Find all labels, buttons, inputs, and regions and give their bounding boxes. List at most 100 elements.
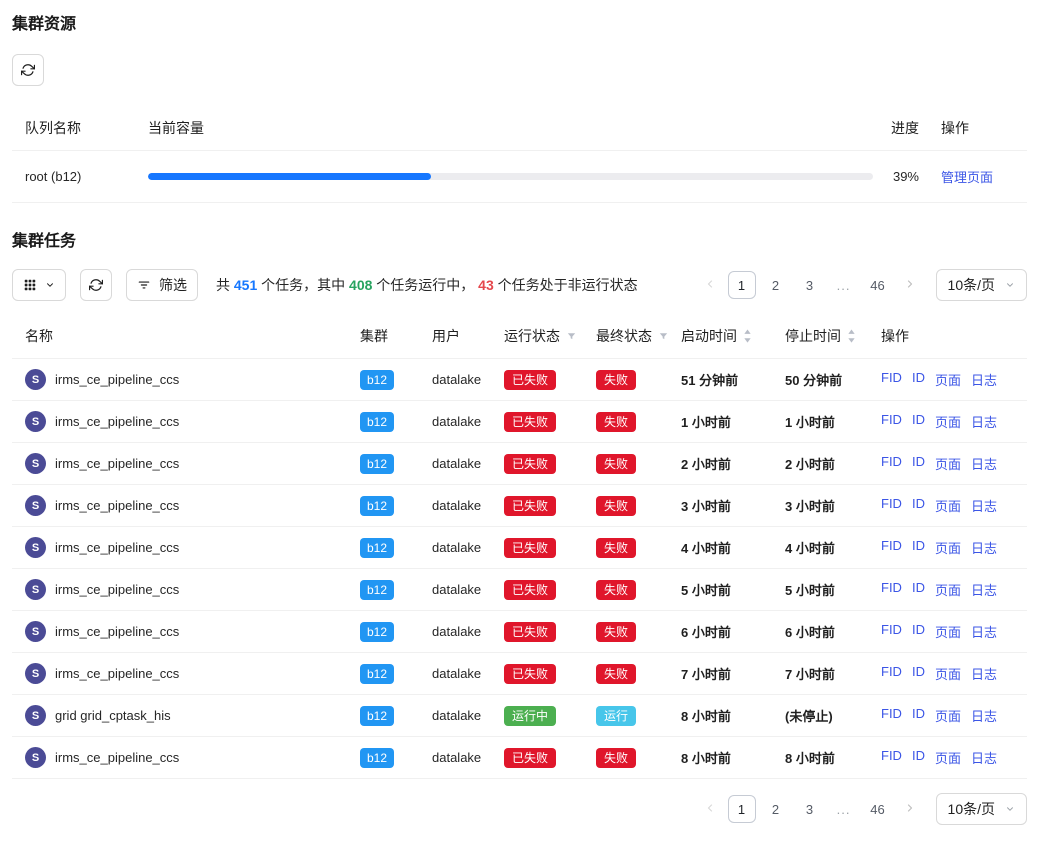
table-row: S irms_ce_pipeline_ccs b12 datalake 已失败 … <box>12 443 1027 485</box>
run-status-badge: 已失败 <box>504 370 556 390</box>
cluster-tag: b12 <box>360 748 394 768</box>
cluster-tag: b12 <box>360 496 394 516</box>
action-fid-link[interactable]: FID <box>881 580 902 599</box>
action-page-link[interactable]: 页面 <box>935 496 961 515</box>
refresh-resources-button[interactable] <box>12 54 44 86</box>
row-actions: FID ID 页面日志 <box>881 412 1027 431</box>
action-page-link[interactable]: 页面 <box>935 538 961 557</box>
action-page-link[interactable]: 页面 <box>935 748 961 767</box>
pagination-prev-button[interactable] <box>698 797 722 821</box>
action-page-link[interactable]: 页面 <box>935 412 961 431</box>
task-name: grid grid_cptask_his <box>55 708 171 723</box>
action-fid-link[interactable]: FID <box>881 454 902 473</box>
pagination-page-1[interactable]: 1 <box>728 271 756 299</box>
task-name: irms_ce_pipeline_ccs <box>55 414 179 429</box>
action-log-link[interactable]: 日志 <box>971 580 997 599</box>
task-name: irms_ce_pipeline_ccs <box>55 624 179 639</box>
sort-icon[interactable] <box>847 329 856 343</box>
action-id-link[interactable]: ID <box>912 622 925 641</box>
action-log-link[interactable]: 日志 <box>971 454 997 473</box>
pagination-page-2[interactable]: 2 <box>762 271 790 299</box>
header-actions: 操作 <box>881 326 1027 346</box>
header-stop-time[interactable]: 停止时间 <box>785 326 881 346</box>
action-id-link[interactable]: ID <box>912 580 925 599</box>
filter-funnel-icon[interactable] <box>658 331 669 342</box>
action-page-link[interactable]: 页面 <box>935 370 961 389</box>
action-log-link[interactable]: 日志 <box>971 664 997 683</box>
task-name: irms_ce_pipeline_ccs <box>55 582 179 597</box>
action-fid-link[interactable]: FID <box>881 748 902 767</box>
action-fid-link[interactable]: FID <box>881 370 902 389</box>
row-actions: FID ID 页面日志 <box>881 622 1027 641</box>
action-log-link[interactable]: 日志 <box>971 370 997 389</box>
chevron-left-icon <box>704 278 716 293</box>
pagination-page-46[interactable]: 46 <box>864 271 892 299</box>
user-name: datalake <box>432 540 504 555</box>
table-row: S irms_ce_pipeline_ccs b12 datalake 已失败 … <box>12 611 1027 653</box>
final-status-badge: 失败 <box>596 748 636 768</box>
action-page-link[interactable]: 页面 <box>935 622 961 641</box>
header-start-time[interactable]: 启动时间 <box>681 326 785 346</box>
header-run-status[interactable]: 运行状态 <box>504 326 596 346</box>
action-fid-link[interactable]: FID <box>881 412 902 431</box>
task-count-summary: 共 451 个任务，其中 408 个任务运行中， 43 个任务处于非运行状态 <box>216 275 638 295</box>
action-id-link[interactable]: ID <box>912 706 925 725</box>
action-id-link[interactable]: ID <box>912 370 925 389</box>
action-log-link[interactable]: 日志 <box>971 412 997 431</box>
header-final-status[interactable]: 最终状态 <box>596 326 681 346</box>
manage-page-link[interactable]: 管理页面 <box>941 170 993 185</box>
avatar: S <box>25 621 46 642</box>
final-status-badge: 失败 <box>596 370 636 390</box>
refresh-tasks-button[interactable] <box>80 269 112 301</box>
filter-button[interactable]: 筛选 <box>126 269 198 301</box>
grid-view-icon <box>23 278 37 292</box>
action-id-link[interactable]: ID <box>912 454 925 473</box>
view-mode-button[interactable] <box>12 269 66 301</box>
action-page-link[interactable]: 页面 <box>935 580 961 599</box>
pagination-page-1[interactable]: 1 <box>728 795 756 823</box>
pagination-page-3[interactable]: 3 <box>796 795 824 823</box>
action-log-link[interactable]: 日志 <box>971 496 997 515</box>
action-id-link[interactable]: ID <box>912 412 925 431</box>
start-time: 51 分钟前 <box>681 370 785 389</box>
sort-icon[interactable] <box>743 329 752 343</box>
table-row: S irms_ce_pipeline_ccs b12 datalake 已失败 … <box>12 401 1027 443</box>
action-log-link[interactable]: 日志 <box>971 706 997 725</box>
pagination-prev-button[interactable] <box>698 273 722 297</box>
queue-name: root (b12) <box>25 169 148 184</box>
nonrunning-task-count: 43 <box>478 277 494 293</box>
pagination-next-button[interactable] <box>898 273 922 297</box>
user-name: datalake <box>432 624 504 639</box>
final-status-badge: 失败 <box>596 454 636 474</box>
action-page-link[interactable]: 页面 <box>935 706 961 725</box>
action-id-link[interactable]: ID <box>912 538 925 557</box>
filter-funnel-icon[interactable] <box>566 331 577 342</box>
action-fid-link[interactable]: FID <box>881 706 902 725</box>
action-log-link[interactable]: 日志 <box>971 622 997 641</box>
task-name: irms_ce_pipeline_ccs <box>55 456 179 471</box>
action-id-link[interactable]: ID <box>912 748 925 767</box>
user-name: datalake <box>432 372 504 387</box>
page-size-value: 10条/页 <box>948 275 995 295</box>
action-fid-link[interactable]: FID <box>881 622 902 641</box>
action-id-link[interactable]: ID <box>912 664 925 683</box>
progress-fill <box>148 173 431 180</box>
action-fid-link[interactable]: FID <box>881 538 902 557</box>
avatar: S <box>25 663 46 684</box>
page-size-select[interactable]: 10条/页 <box>936 793 1027 825</box>
action-page-link[interactable]: 页面 <box>935 664 961 683</box>
pagination-page-3[interactable]: 3 <box>796 271 824 299</box>
action-fid-link[interactable]: FID <box>881 664 902 683</box>
action-id-link[interactable]: ID <box>912 496 925 515</box>
action-page-link[interactable]: 页面 <box>935 454 961 473</box>
action-log-link[interactable]: 日志 <box>971 538 997 557</box>
action-fid-link[interactable]: FID <box>881 496 902 515</box>
action-log-link[interactable]: 日志 <box>971 748 997 767</box>
final-status-badge: 失败 <box>596 412 636 432</box>
page-size-select[interactable]: 10条/页 <box>936 269 1027 301</box>
pagination-page-2[interactable]: 2 <box>762 795 790 823</box>
pagination-next-button[interactable] <box>898 797 922 821</box>
pagination-page-46[interactable]: 46 <box>864 795 892 823</box>
cluster-tag: b12 <box>360 664 394 684</box>
avatar: S <box>25 453 46 474</box>
